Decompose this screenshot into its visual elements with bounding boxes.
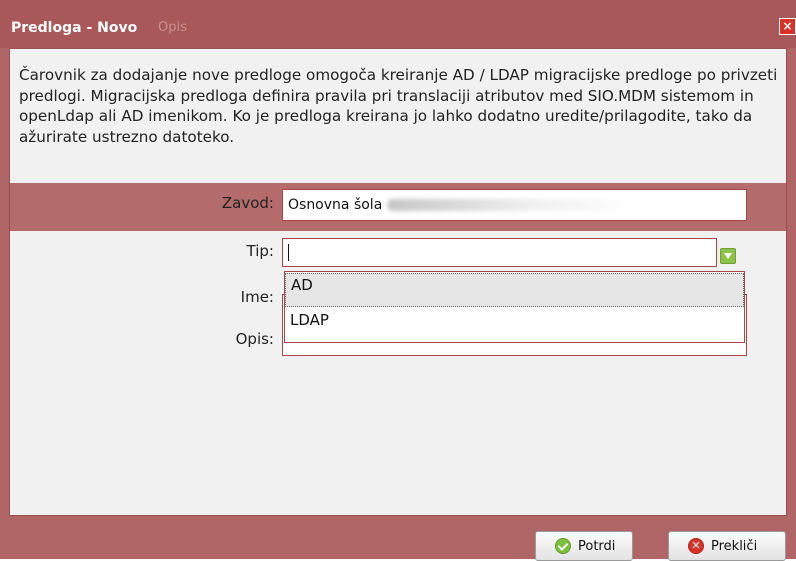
dialog-title: Predloga - Novo — [11, 20, 138, 36]
close-icon[interactable]: × — [779, 18, 796, 35]
opis-label: Opis: — [235, 330, 274, 348]
zavod-value: Osnovna šola — [288, 197, 383, 213]
zavod-label: Zavod: — [221, 194, 274, 212]
chevron-down-icon[interactable] — [720, 248, 736, 264]
background-column-label: Opis — [158, 20, 187, 35]
confirm-label: Potrdi — [578, 539, 616, 554]
confirm-button[interactable]: Potrdi — [535, 531, 633, 561]
dialog-window: Predloga - Novo Opis × Čarovnik za dodaj… — [0, 0, 796, 561]
redacted-text — [386, 199, 637, 211]
dialog-body: Čarovnik za dodajanje nove predloge omog… — [9, 48, 787, 516]
tip-combobox[interactable] — [282, 238, 717, 267]
cancel-label: Prekliči — [711, 539, 758, 554]
tip-label: Tip: — [246, 242, 274, 260]
zavod-field[interactable]: Osnovna šola — [282, 189, 747, 221]
cancel-button[interactable]: ✕ Prekliči — [668, 531, 786, 561]
x-circle-icon: ✕ — [688, 538, 704, 554]
tip-dropdown-list: AD LDAP — [284, 271, 745, 343]
dialog-titlebar[interactable]: Predloga - Novo Opis × — [0, 0, 796, 48]
check-circle-icon — [555, 538, 571, 554]
dropdown-option-ldap[interactable]: LDAP — [285, 309, 744, 343]
dropdown-option-ad[interactable]: AD — [285, 273, 744, 307]
text-cursor — [288, 243, 289, 261]
intro-text: Čarovnik za dodajanje nove predloge omog… — [19, 66, 778, 146]
ime-label: Ime: — [240, 288, 274, 306]
